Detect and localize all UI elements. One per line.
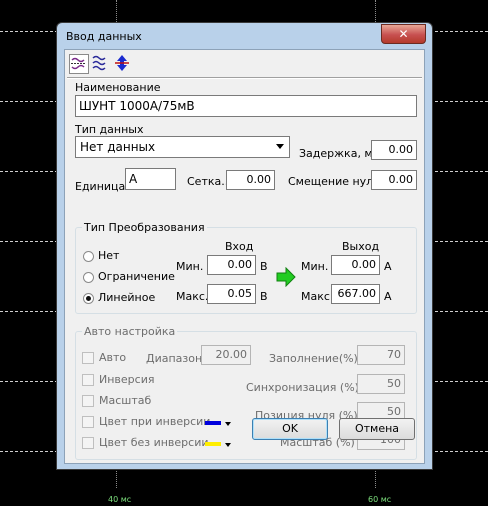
data-input-dialog: Ввод данных ✕ Наименование ШУНТ 1000А/75… xyxy=(56,22,433,470)
name-input[interactable]: ШУНТ 1000А/75мВ xyxy=(75,95,417,117)
window-title: Ввод данных xyxy=(66,30,142,43)
fill-label: Заполнение(%) xyxy=(269,352,358,365)
auto-settings-group: Авто настройка Авто Инверсия Масштаб Цве… xyxy=(75,325,417,460)
out-max-unit: А xyxy=(384,290,392,303)
toolbar-separator xyxy=(67,77,422,79)
radio-limit-button[interactable] xyxy=(83,272,94,283)
range-label: Диапазон.. xyxy=(146,352,210,365)
out-max-label: Макс. xyxy=(301,290,334,303)
in-min-input[interactable]: 0.00 xyxy=(207,255,256,275)
close-button[interactable]: ✕ xyxy=(381,24,426,44)
normal-color-swatch xyxy=(205,442,221,446)
chevron-down-icon xyxy=(225,422,231,426)
axis-label-40: 40 мс xyxy=(108,495,132,504)
in-max-input[interactable]: 0.05 xyxy=(207,284,256,304)
in-max-label: Макс. xyxy=(176,290,209,303)
normal-color-label: Цвет без инверсии xyxy=(99,436,209,449)
grid-input[interactable]: 0.00 xyxy=(226,170,275,190)
scale-check-label: Масштаб xyxy=(99,394,152,407)
normal-color-picker[interactable] xyxy=(205,440,235,450)
cancel-button[interactable]: Отмена xyxy=(339,418,415,440)
chevron-down-icon xyxy=(276,144,284,149)
delay-input[interactable]: 0.00 xyxy=(371,140,417,160)
delay-label: Задержка, мс xyxy=(299,147,379,160)
wave-flip-icon xyxy=(71,57,86,70)
inverse-color-label: Цвет при инверсии xyxy=(99,415,211,428)
inverse-color-picker[interactable] xyxy=(205,419,235,429)
in-min-label: Мин. xyxy=(176,260,204,273)
zero-offset-input[interactable]: 0.00 xyxy=(371,170,417,190)
data-type-value: Нет данных xyxy=(80,140,156,154)
inversion-checkbox[interactable] xyxy=(82,374,94,386)
out-max-input[interactable]: 667.00 xyxy=(331,284,380,304)
data-type-select[interactable]: Нет данных xyxy=(75,136,290,158)
input-header: Вход xyxy=(225,240,254,253)
range-input[interactable]: 20.00 xyxy=(201,345,251,365)
toolbar-button-flip[interactable] xyxy=(69,54,89,74)
radio-linear-label: Линейное xyxy=(98,291,156,304)
out-min-label: Мин. xyxy=(301,260,329,273)
grid-label: Сетка.. xyxy=(187,175,229,188)
conversion-group-title: Тип Преобразования xyxy=(82,221,207,234)
out-min-input[interactable]: 0.00 xyxy=(331,255,380,275)
radio-limit-label: Ограничение xyxy=(98,270,175,283)
radio-none-button[interactable] xyxy=(83,251,94,262)
radio-none-label: Нет xyxy=(98,249,120,262)
axis-label-60: 60 мс xyxy=(368,495,392,504)
auto-check-label: Авто xyxy=(99,351,127,364)
inverse-color-checkbox[interactable] xyxy=(82,416,94,428)
unit-input[interactable]: А xyxy=(125,168,176,190)
conversion-group: Тип Преобразования Нет Ограничение Линей… xyxy=(75,221,417,314)
output-header: Выход xyxy=(342,240,380,253)
right-arrow-icon xyxy=(276,267,296,287)
vertical-arrows-icon xyxy=(115,55,129,71)
time-axis: 40 мс 60 мс xyxy=(0,488,488,506)
inverse-color-swatch xyxy=(205,421,221,425)
normal-color-checkbox[interactable] xyxy=(82,437,94,449)
auto-checkbox[interactable] xyxy=(82,352,94,364)
title-bar[interactable]: Ввод данных ✕ xyxy=(57,23,432,49)
zero-offset-label: Смещение нуля xyxy=(288,175,380,188)
radio-linear-button[interactable] xyxy=(83,293,94,304)
chevron-down-icon xyxy=(225,443,231,447)
close-icon: ✕ xyxy=(398,27,409,41)
out-min-unit: А xyxy=(384,260,392,273)
scale-checkbox[interactable] xyxy=(82,395,94,407)
unit-label: Единица.. xyxy=(75,180,133,193)
fill-input[interactable]: 70 xyxy=(357,345,405,365)
in-max-unit: В xyxy=(260,290,268,303)
ok-button[interactable]: OK xyxy=(252,418,328,440)
sync-input[interactable]: 50 xyxy=(357,374,405,394)
data-type-label: Тип данных xyxy=(75,123,144,136)
dialog-client: Наименование ШУНТ 1000А/75мВ Тип данных … xyxy=(64,49,425,464)
auto-settings-title: Авто настройка xyxy=(82,325,178,338)
inversion-check-label: Инверсия xyxy=(99,373,155,386)
sync-label: Синхронизация (%) xyxy=(246,381,359,394)
wave-stack-icon xyxy=(92,55,106,71)
name-label: Наименование xyxy=(75,81,161,94)
toolbar-button-arrows[interactable] xyxy=(113,54,133,74)
in-min-unit: В xyxy=(260,260,268,273)
toolbar-button-stack[interactable] xyxy=(91,54,111,74)
